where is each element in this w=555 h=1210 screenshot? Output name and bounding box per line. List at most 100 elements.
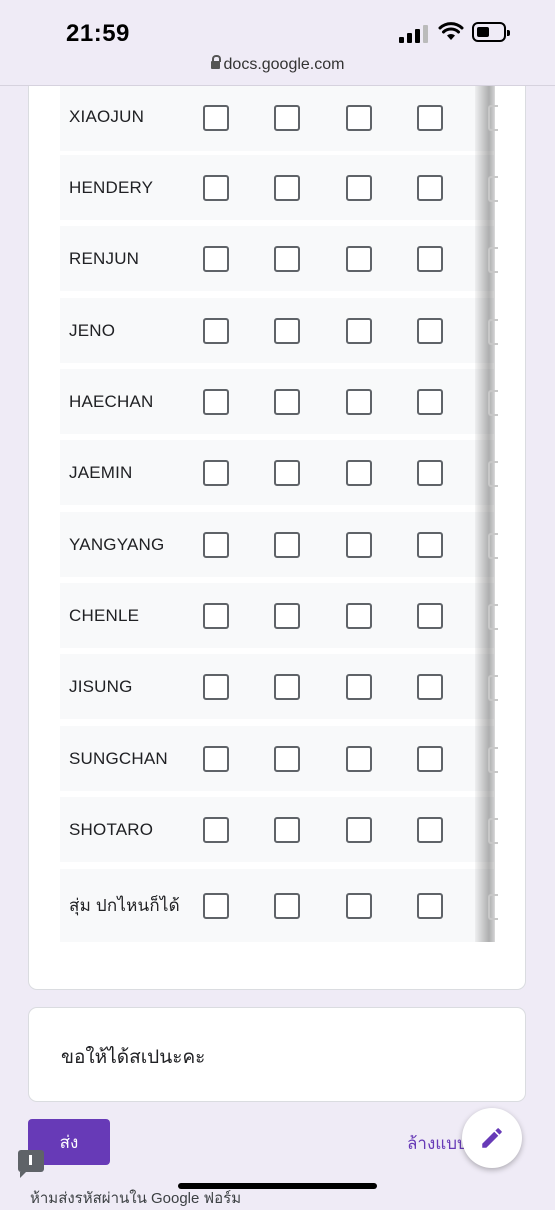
grid-checkbox[interactable] — [417, 745, 443, 772]
grid-row-label: HAECHAN — [69, 391, 154, 411]
grid-row-label: JENO — [69, 320, 116, 340]
grid-checkbox[interactable] — [203, 459, 229, 486]
grid-checkbox-partial[interactable] — [488, 175, 498, 202]
wifi-icon — [438, 22, 464, 40]
grid-checkbox[interactable] — [346, 245, 372, 272]
grid-checkbox[interactable] — [346, 317, 372, 344]
grid-row: สุ่ม ปกไหนก็ได้ — [60, 869, 494, 942]
battery-icon — [472, 22, 510, 42]
grid-checkbox[interactable] — [203, 245, 229, 272]
grid-row-label: SHOTARO — [69, 819, 154, 839]
grid-checkbox-partial[interactable] — [488, 746, 498, 773]
grid-checkbox-partial[interactable] — [488, 674, 498, 701]
grid-checkbox-partial[interactable] — [488, 817, 498, 844]
grid-checkbox[interactable] — [274, 816, 300, 843]
grid-checkbox[interactable] — [417, 388, 443, 415]
grid-checkbox[interactable] — [346, 388, 372, 415]
grid-checkbox[interactable] — [417, 602, 443, 629]
grid-row-label: CHENLE — [69, 605, 140, 625]
grid-checkbox[interactable] — [203, 104, 229, 131]
question-card: ขอให้ได้สเปนะคะ — [28, 1007, 526, 1102]
grid-checkbox[interactable] — [274, 388, 300, 415]
pencil-icon — [482, 1128, 502, 1148]
grid-checkbox-partial[interactable] — [488, 893, 498, 920]
grid-checkbox[interactable] — [274, 459, 300, 486]
grid-checkbox[interactable] — [346, 892, 372, 919]
grid-checkbox[interactable] — [346, 531, 372, 558]
grid-checkbox[interactable] — [203, 388, 229, 415]
grid-checkbox[interactable] — [203, 531, 229, 558]
grid-row-label: สุ่ม ปกไหนก็ได้ — [69, 895, 180, 915]
grid-checkbox[interactable] — [274, 673, 300, 700]
grid-checkbox[interactable] — [346, 174, 372, 201]
checkbox-grid-card: XIAOJUN HENDERY RENJUN JENO HAECHAN JAEMIN YAN… — [28, 86, 526, 990]
grid-checkbox-partial[interactable] — [488, 246, 498, 273]
grid-checkbox[interactable] — [417, 317, 443, 344]
grid-checkbox[interactable] — [203, 892, 229, 919]
grid-checkbox-partial[interactable] — [488, 104, 498, 131]
grid-checkbox[interactable] — [346, 104, 372, 131]
grid-row-label: JISUNG — [69, 676, 133, 696]
grid-checkbox[interactable] — [203, 602, 229, 629]
grid-checkbox[interactable] — [203, 745, 229, 772]
grid-checkbox[interactable] — [274, 174, 300, 201]
grid-row-label: JAEMIN — [69, 462, 133, 482]
grid-checkbox[interactable] — [417, 459, 443, 486]
password-warning: ห้ามส่งรหัสผ่านใน Google ฟอร์ม — [30, 1190, 242, 1207]
grid-checkbox[interactable] — [274, 892, 300, 919]
grid-row: JISUNG — [60, 654, 494, 719]
grid-checkbox[interactable] — [346, 673, 372, 700]
grid-row: HAECHAN — [60, 369, 494, 434]
grid-row-label: YANGYANG — [69, 534, 165, 554]
grid-checkbox-partial[interactable] — [488, 532, 498, 559]
grid-checkbox[interactable] — [274, 245, 300, 272]
edit-fab-button[interactable] — [462, 1108, 522, 1168]
checkbox-grid[interactable]: XIAOJUN HENDERY RENJUN JENO HAECHAN JAEMIN YAN… — [60, 86, 494, 942]
grid-checkbox[interactable] — [203, 673, 229, 700]
grid-row: YANGYANG — [60, 512, 494, 577]
grid-checkbox[interactable] — [274, 745, 300, 772]
grid-checkbox[interactable] — [417, 174, 443, 201]
grid-row-label: SUNGCHAN — [69, 748, 168, 768]
grid-row: JENO — [60, 298, 494, 363]
address-bar[interactable]: docs.google.com — [0, 55, 555, 74]
report-flag-icon[interactable] — [18, 1150, 44, 1178]
url-text: docs.google.com — [223, 56, 345, 73]
grid-checkbox[interactable] — [203, 816, 229, 843]
grid-checkbox[interactable] — [417, 104, 443, 131]
grid-checkbox[interactable] — [203, 174, 229, 201]
question-title: ขอให้ได้สเปนะคะ — [61, 1047, 206, 1068]
grid-checkbox-partial[interactable] — [488, 318, 498, 345]
grid-checkbox-partial[interactable] — [488, 460, 498, 487]
horizontal-scroll-edge[interactable] — [475, 86, 495, 942]
grid-checkbox[interactable] — [274, 602, 300, 629]
grid-row: HENDERY — [60, 155, 494, 220]
grid-checkbox[interactable] — [274, 104, 300, 131]
cellular-signal-icon — [399, 25, 429, 43]
grid-row-label: XIAOJUN — [69, 106, 145, 126]
grid-checkbox[interactable] — [274, 317, 300, 344]
clear-form-button[interactable]: ล้างแบบ — [407, 1130, 468, 1157]
grid-row: JAEMIN — [60, 440, 494, 505]
grid-checkbox[interactable] — [417, 892, 443, 919]
grid-row: RENJUN — [60, 226, 494, 291]
grid-checkbox[interactable] — [203, 317, 229, 344]
grid-checkbox[interactable] — [417, 245, 443, 272]
lock-icon — [210, 55, 221, 69]
grid-checkbox-partial[interactable] — [488, 389, 498, 416]
grid-checkbox[interactable] — [274, 531, 300, 558]
grid-checkbox[interactable] — [417, 816, 443, 843]
grid-checkbox[interactable] — [417, 673, 443, 700]
grid-checkbox[interactable] — [346, 745, 372, 772]
grid-checkbox[interactable] — [346, 816, 372, 843]
grid-checkbox-partial[interactable] — [488, 603, 498, 630]
grid-checkbox[interactable] — [417, 531, 443, 558]
grid-row: XIAOJUN — [60, 86, 494, 151]
grid-checkbox[interactable] — [346, 459, 372, 486]
status-time: 21:59 — [66, 20, 130, 47]
grid-row: CHENLE — [60, 583, 494, 648]
grid-checkbox[interactable] — [346, 602, 372, 629]
grid-row: SHOTARO — [60, 797, 494, 862]
home-indicator — [178, 1183, 377, 1189]
status-bar: 21:59 docs.google.com — [0, 0, 555, 88]
